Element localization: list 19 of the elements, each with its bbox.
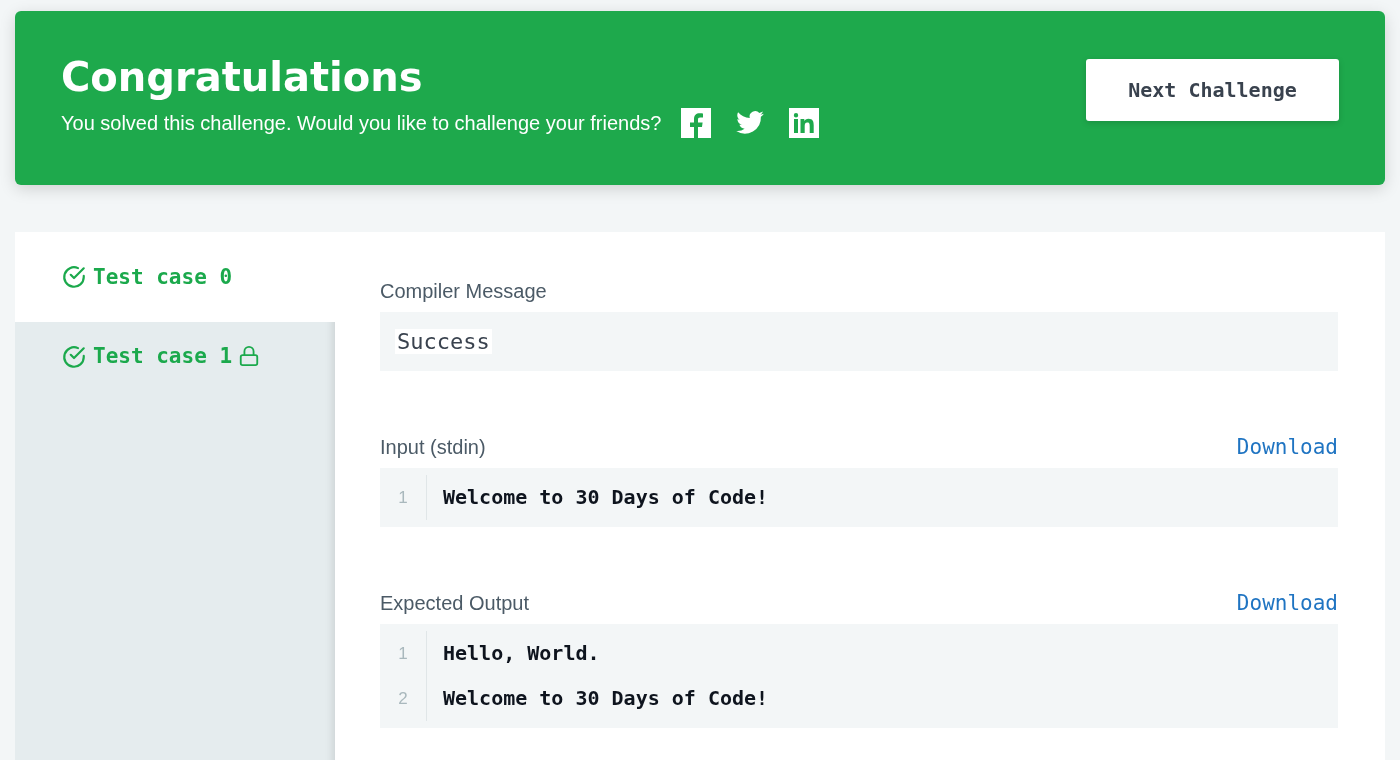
code-line: Welcome to 30 Days of Code! bbox=[443, 685, 769, 712]
section-label: Expected Output bbox=[380, 592, 529, 615]
line-number: 1 bbox=[398, 643, 408, 665]
linkedin-icon[interactable] bbox=[789, 108, 820, 138]
test-case-tab[interactable]: Test case 0 bbox=[15, 232, 335, 322]
code-line: Hello, World. bbox=[443, 640, 601, 667]
download-link[interactable]: Download bbox=[1236, 591, 1338, 615]
next-challenge-button[interactable]: Next Challenge bbox=[1086, 59, 1339, 121]
compiler-message: Success bbox=[395, 329, 492, 354]
line-number: 2 bbox=[398, 688, 408, 710]
download-link[interactable]: Download bbox=[1236, 435, 1338, 459]
section-label: Compiler Message bbox=[380, 280, 547, 303]
facebook-icon[interactable] bbox=[681, 108, 712, 138]
section-label: Input (stdin) bbox=[380, 436, 486, 459]
test-case-tab[interactable]: Test case 1 bbox=[15, 322, 335, 412]
banner-title: Congratulations bbox=[61, 54, 424, 100]
code-line: Welcome to 30 Days of Code! bbox=[443, 484, 769, 511]
line-number: 1 bbox=[398, 487, 408, 509]
banner-message: You solved this challenge. Would you like to challenge your friends? bbox=[61, 111, 662, 135]
